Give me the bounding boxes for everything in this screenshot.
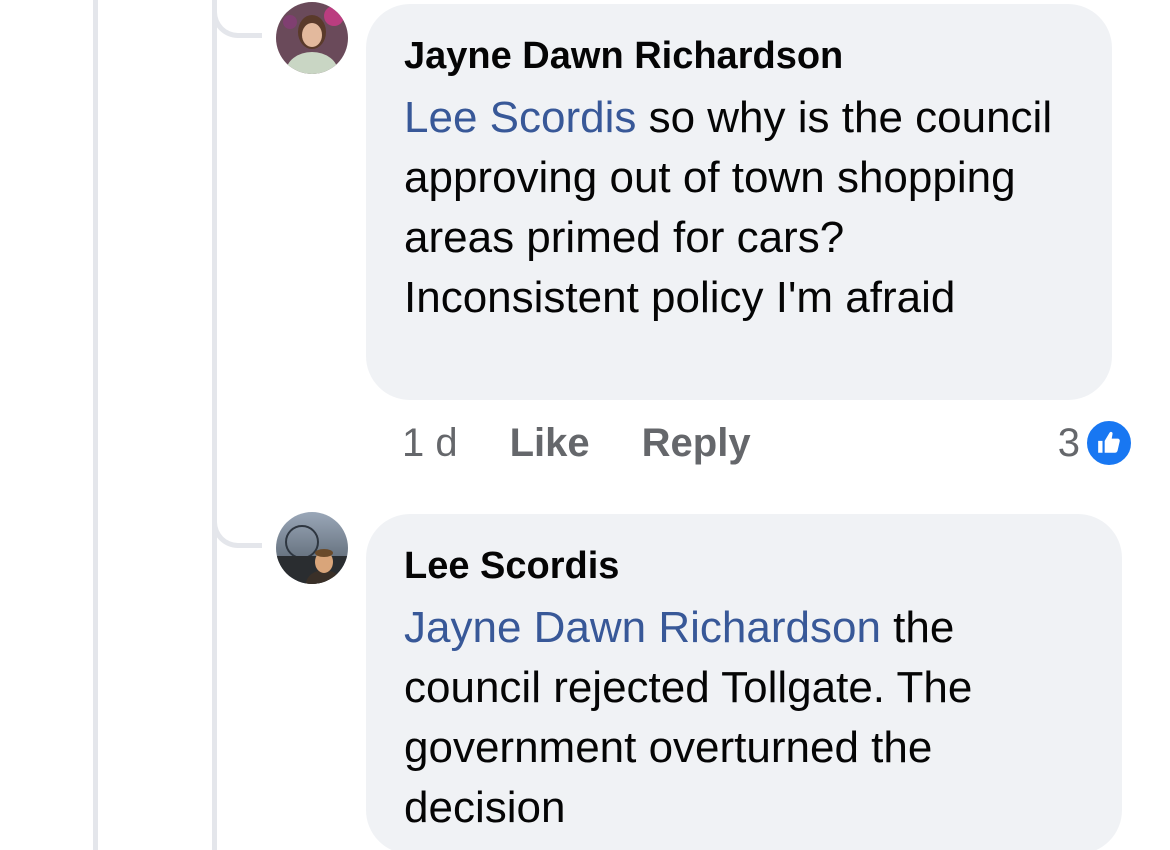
reply-button[interactable]: Reply (642, 421, 751, 466)
comment-author[interactable]: Lee Scordis (404, 544, 1086, 588)
comment-text: Lee Scordis so why is the council approv… (404, 88, 1076, 328)
reaction-summary[interactable]: 3 (1058, 418, 1134, 468)
reaction-count: 3 (1057, 420, 1080, 465)
like-thumb-icon (1084, 418, 1134, 468)
reply-connector (212, 0, 262, 38)
comment-bubble: Jayne Dawn Richardson Lee Scordis so why… (366, 4, 1112, 400)
comment-actions: 1 d Like Reply (402, 418, 803, 468)
comment-thread: Jayne Dawn Richardson Lee Scordis so why… (0, 0, 1170, 850)
avatar[interactable] (276, 2, 348, 74)
mention-link[interactable]: Lee Scordis (404, 93, 636, 142)
comment-author[interactable]: Jayne Dawn Richardson (404, 34, 1076, 78)
comment-timestamp[interactable]: 1 d (402, 421, 458, 466)
reply-connector (212, 510, 262, 548)
thread-line-outer (93, 0, 98, 850)
comment-text: Jayne Dawn Richardson the council reject… (404, 598, 1086, 838)
like-button[interactable]: Like (510, 421, 590, 466)
avatar[interactable] (276, 512, 348, 584)
comment-bubble: Lee Scordis Jayne Dawn Richardson the co… (366, 514, 1122, 850)
thread-line-inner (212, 0, 217, 850)
mention-link[interactable]: Jayne Dawn Richardson (404, 603, 881, 652)
